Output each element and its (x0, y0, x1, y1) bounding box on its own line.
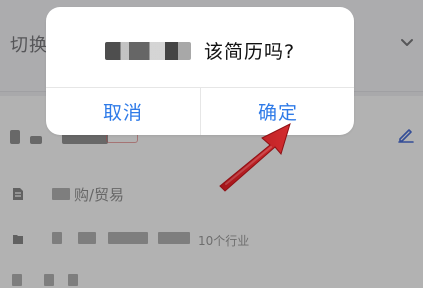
screen: 切换 购/贸易 10个行业 该简历吗? 取消 确定 (0, 0, 423, 288)
confirm-button[interactable]: 确定 (201, 88, 354, 135)
redacted-text (104, 42, 191, 60)
dialog-title-text: 该简历吗? (203, 41, 296, 63)
confirm-dialog: 该简历吗? 取消 确定 (46, 7, 354, 135)
cancel-button[interactable]: 取消 (46, 88, 200, 135)
dialog-title: 该简历吗? (46, 37, 354, 64)
